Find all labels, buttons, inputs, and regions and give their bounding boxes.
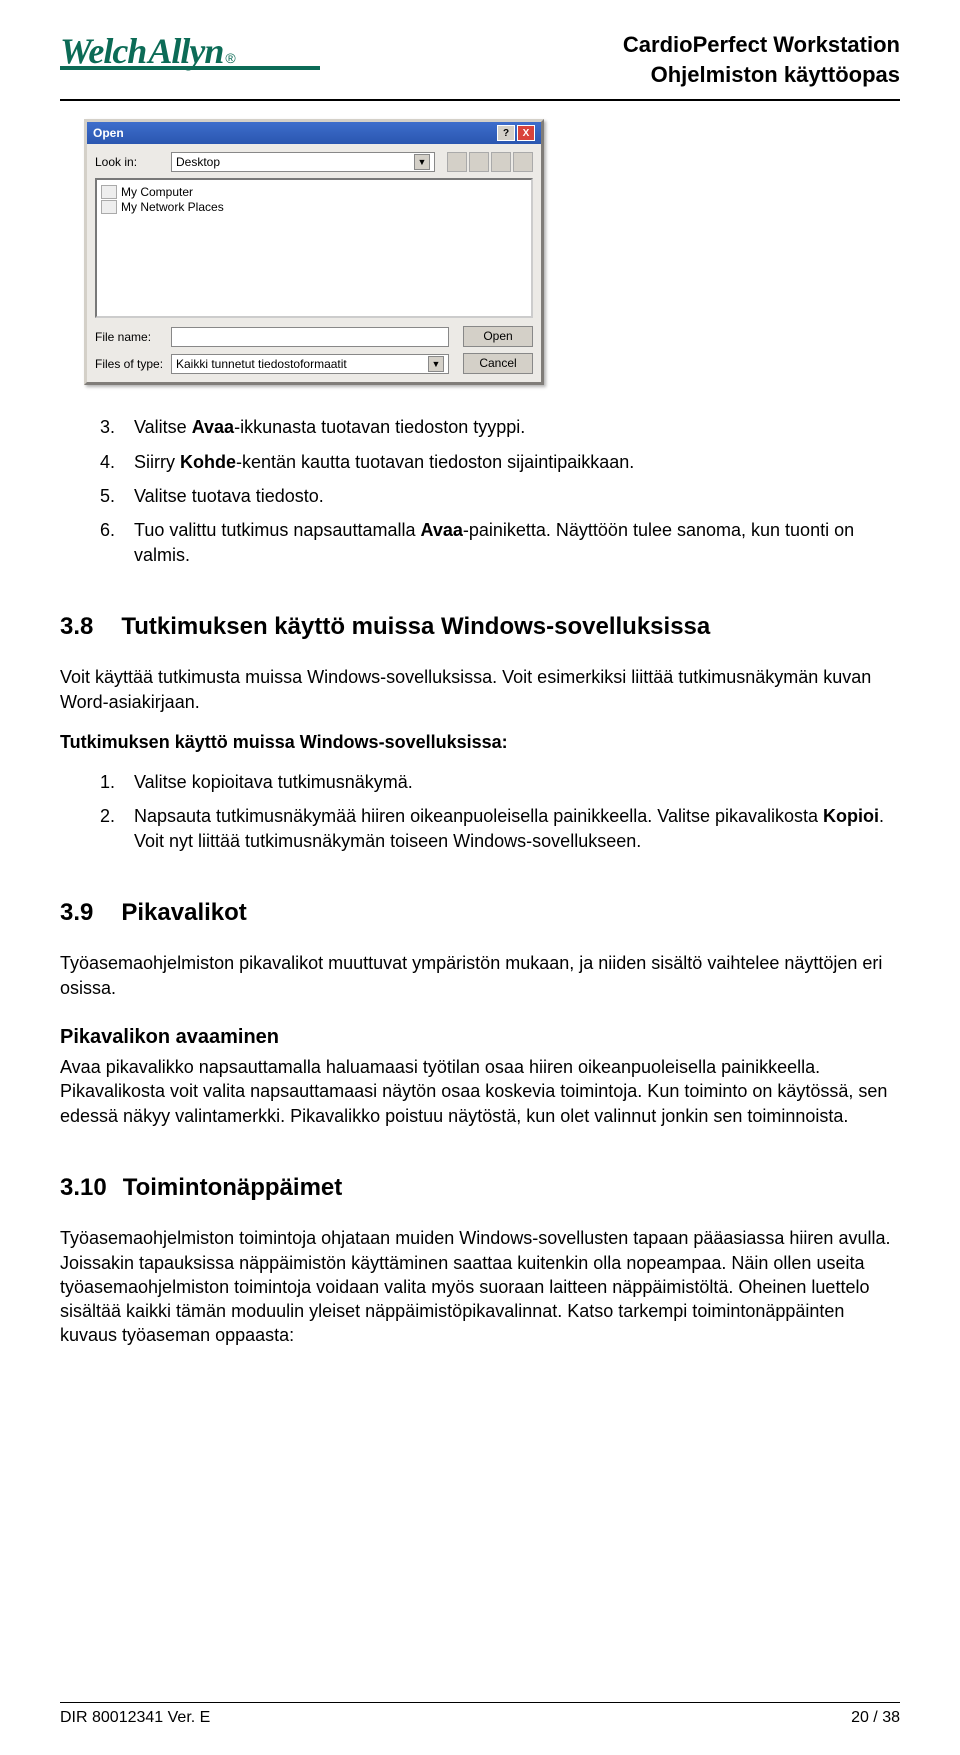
step-text: Siirry Kohde-kentän kautta tuotavan tied… bbox=[134, 450, 900, 474]
step-text: Valitse tuotava tiedosto. bbox=[134, 484, 900, 508]
logo-left: Welch bbox=[60, 30, 146, 72]
filename-input[interactable] bbox=[171, 327, 449, 347]
list-item[interactable]: My Network Places bbox=[101, 200, 527, 214]
help-button[interactable]: ? bbox=[497, 125, 515, 141]
dialog-title: Open bbox=[93, 126, 124, 140]
close-button[interactable]: X bbox=[517, 125, 535, 141]
paragraph: Työasemaohjelmiston pikavalikot muuttuva… bbox=[60, 951, 900, 1000]
step-num: 5. bbox=[100, 484, 134, 508]
step-num: 4. bbox=[100, 450, 134, 474]
filetype-value: Kaikki tunnetut tiedostoformaatit bbox=[176, 357, 347, 371]
network-icon bbox=[101, 200, 117, 214]
page-header: Welch Allyn ® CardioPerfect Workstation … bbox=[60, 30, 900, 89]
filename-label: File name: bbox=[95, 330, 165, 344]
doc-title-1: CardioPerfect Workstation bbox=[623, 30, 900, 60]
step-text: Valitse kopioitava tutkimusnäkymä. bbox=[134, 770, 900, 794]
file-list[interactable]: My Computer My Network Places bbox=[95, 178, 533, 318]
lookin-label: Look in: bbox=[95, 155, 165, 169]
step-row: 3. Valitse Avaa-ikkunasta tuotavan tiedo… bbox=[100, 415, 900, 439]
step-text: Valitse Avaa-ikkunasta tuotavan tiedosto… bbox=[134, 415, 900, 439]
new-folder-icon[interactable] bbox=[491, 152, 511, 172]
chevron-down-icon[interactable]: ▼ bbox=[428, 356, 444, 372]
step-num: 3. bbox=[100, 415, 134, 439]
open-button[interactable]: Open bbox=[463, 326, 533, 347]
filetype-combo[interactable]: Kaikki tunnetut tiedostoformaatit ▼ bbox=[171, 354, 449, 374]
step-row: 1. Valitse kopioitava tutkimusnäkymä. bbox=[100, 770, 900, 794]
section-heading-3-9: 3.9 Pikavalikot bbox=[60, 897, 900, 929]
sub-heading: Pikavalikon avaaminen bbox=[60, 1024, 900, 1051]
step-row: 2. Napsauta tutkimusnäkymää hiiren oikea… bbox=[100, 804, 900, 853]
logo-reg-icon: ® bbox=[225, 50, 235, 66]
step-row: 5. Valitse tuotava tiedosto. bbox=[100, 484, 900, 508]
cancel-button[interactable]: Cancel bbox=[463, 353, 533, 374]
dialog-titlebar: Open ? X bbox=[87, 122, 541, 144]
logo: Welch Allyn ® bbox=[60, 30, 320, 70]
logo-right: Allyn bbox=[148, 30, 223, 72]
list-item-label: My Computer bbox=[121, 185, 193, 199]
list-item-label: My Network Places bbox=[121, 200, 224, 214]
paragraph: Avaa pikavalikko napsauttamalla haluamaa… bbox=[60, 1055, 900, 1128]
list-item[interactable]: My Computer bbox=[101, 185, 527, 199]
section-heading-3-8: 3.8 Tutkimuksen käyttö muissa Windows-so… bbox=[60, 611, 900, 643]
view-icon[interactable] bbox=[513, 152, 533, 172]
lookin-combo[interactable]: Desktop ▼ bbox=[171, 152, 435, 172]
back-icon[interactable] bbox=[447, 152, 467, 172]
lookin-value: Desktop bbox=[176, 155, 220, 169]
paragraph: Työasemaohjelmiston toimintoja ohjataan … bbox=[60, 1226, 900, 1347]
step-num: 1. bbox=[100, 770, 134, 794]
section-heading-3-10: 3.10 Toimintonäppäimet bbox=[60, 1172, 900, 1204]
footer-right: 20 / 38 bbox=[851, 1709, 900, 1727]
sub-heading: Tutkimuksen käyttö muissa Windows-sovell… bbox=[60, 730, 900, 754]
content: 3. Valitse Avaa-ikkunasta tuotavan tiedo… bbox=[60, 415, 900, 1347]
chevron-down-icon[interactable]: ▼ bbox=[414, 154, 430, 170]
step-num: 2. bbox=[100, 804, 134, 853]
step-row: 6. Tuo valittu tutkimus napsauttamalla A… bbox=[100, 518, 900, 567]
step-num: 6. bbox=[100, 518, 134, 567]
footer-left: DIR 80012341 Ver. E bbox=[60, 1709, 210, 1727]
step-text: Napsauta tutkimusnäkymää hiiren oikeanpu… bbox=[134, 804, 900, 853]
open-dialog: Open ? X Look in: Desktop ▼ My Computer bbox=[84, 119, 544, 385]
header-divider bbox=[60, 99, 900, 101]
step-row: 4. Siirry Kohde-kentän kautta tuotavan t… bbox=[100, 450, 900, 474]
up-folder-icon[interactable] bbox=[469, 152, 489, 172]
doc-title-2: Ohjelmiston käyttöopas bbox=[623, 60, 900, 90]
step-text: Tuo valittu tutkimus napsauttamalla Avaa… bbox=[134, 518, 900, 567]
computer-icon bbox=[101, 185, 117, 199]
filetype-label: Files of type: bbox=[95, 357, 165, 371]
paragraph: Voit käyttää tutkimusta muissa Windows-s… bbox=[60, 665, 900, 714]
page-footer: DIR 80012341 Ver. E 20 / 38 bbox=[60, 1702, 900, 1727]
